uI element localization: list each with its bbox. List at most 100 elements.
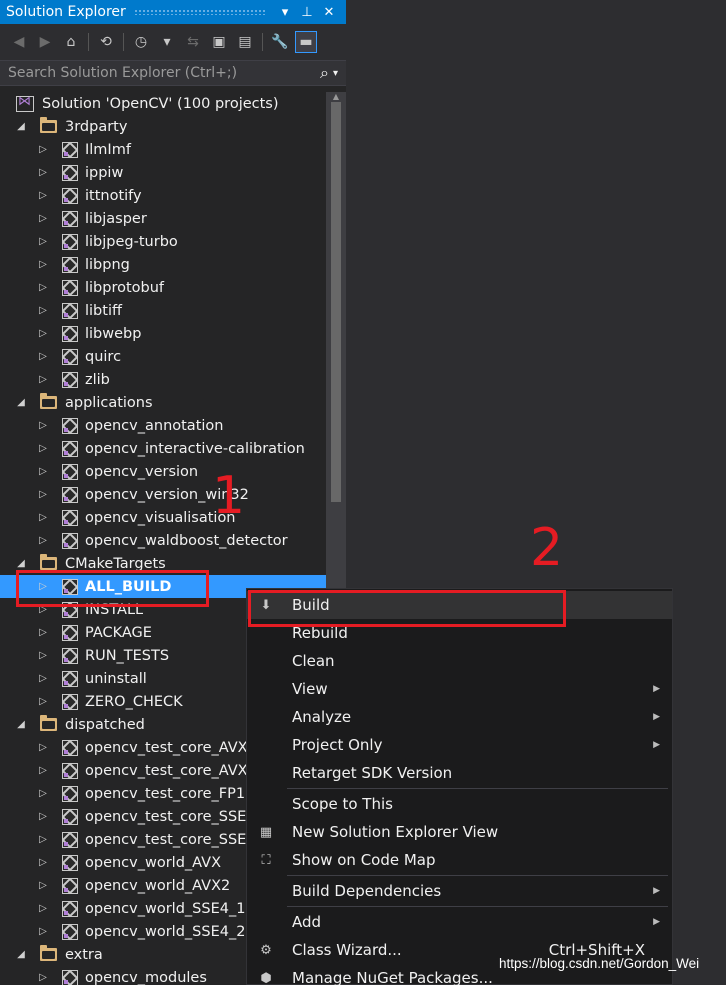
collapsed-arrow-icon[interactable]: ▷ — [36, 328, 50, 339]
home-icon[interactable]: ⌂ — [60, 31, 82, 53]
dropdown-icon[interactable]: ▾ — [274, 5, 296, 20]
tree-project-item[interactable]: ▷ libjpeg-turbo — [0, 230, 326, 253]
class-wizard-icon: ⚙ — [260, 942, 272, 958]
tree-item-label: dispatched — [65, 716, 145, 733]
expanded-arrow-icon[interactable]: ◢ — [14, 949, 28, 960]
collapsed-arrow-icon[interactable]: ▷ — [36, 765, 50, 776]
pending-changes-icon[interactable]: ◷ — [130, 31, 152, 53]
collapsed-arrow-icon[interactable]: ▷ — [36, 972, 50, 983]
collapsed-arrow-icon[interactable]: ▷ — [36, 903, 50, 914]
collapsed-arrow-icon[interactable]: ▷ — [36, 420, 50, 431]
chevron-down-icon[interactable]: ▾ — [333, 68, 338, 79]
collapsed-arrow-icon[interactable]: ▷ — [36, 190, 50, 201]
collapsed-arrow-icon[interactable]: ▷ — [36, 167, 50, 178]
switch-views-icon[interactable]: ⇆ — [182, 31, 204, 53]
menu-item-show-on-code-map[interactable]: ⛶ Show on Code Map — [247, 846, 672, 874]
collapsed-arrow-icon[interactable]: ▷ — [36, 535, 50, 546]
project-icon — [62, 509, 78, 526]
collapsed-arrow-icon[interactable]: ▷ — [36, 857, 50, 868]
collapsed-arrow-icon[interactable]: ▷ — [36, 351, 50, 362]
collapsed-arrow-icon[interactable]: ▷ — [36, 259, 50, 270]
collapsed-arrow-icon[interactable]: ▷ — [36, 282, 50, 293]
chevron-down-icon[interactable]: ▾ — [156, 31, 178, 53]
menu-item-view[interactable]: View ▶ — [247, 675, 672, 703]
tree-item-label: opencv_test_core_AVX — [85, 739, 248, 756]
menu-item-build-dependencies[interactable]: Build Dependencies ▶ — [247, 877, 672, 905]
tree-project-item[interactable]: ▷ libtiff — [0, 299, 326, 322]
menu-item-project-only[interactable]: Project Only ▶ — [247, 731, 672, 759]
menu-item-clean[interactable]: Clean — [247, 647, 672, 675]
collapsed-arrow-icon[interactable]: ▷ — [36, 374, 50, 385]
submenu-arrow-icon: ▶ — [653, 886, 660, 896]
tree-project-item[interactable]: ▷ opencv_version_win32 — [0, 483, 326, 506]
tree-project-item[interactable]: ▷ ippiw — [0, 161, 326, 184]
search-input[interactable] — [8, 65, 316, 81]
tree-item-label: PACKAGE — [85, 624, 152, 641]
titlebar-grip[interactable] — [133, 9, 266, 15]
collapsed-arrow-icon[interactable]: ▷ — [36, 236, 50, 247]
tree-project-item[interactable]: ▷ opencv_interactive-calibration — [0, 437, 326, 460]
collapsed-arrow-icon[interactable]: ▷ — [36, 627, 50, 638]
tree-project-item[interactable]: ▷ zlib — [0, 368, 326, 391]
collapsed-arrow-icon[interactable]: ▷ — [36, 650, 50, 661]
scrollbar-thumb[interactable] — [331, 102, 341, 502]
collapsed-arrow-icon[interactable]: ▷ — [36, 489, 50, 500]
tree-project-item[interactable]: ▷ quirc — [0, 345, 326, 368]
collapsed-arrow-icon[interactable]: ▷ — [36, 926, 50, 937]
tree-folder[interactable]: ◢ 3rdparty — [0, 115, 326, 138]
collapsed-arrow-icon[interactable]: ▷ — [36, 811, 50, 822]
collapse-all-icon[interactable]: ▣ — [208, 31, 230, 53]
collapsed-arrow-icon[interactable]: ▷ — [36, 144, 50, 155]
collapsed-arrow-icon[interactable]: ▷ — [36, 466, 50, 477]
tree-item-label: ZERO_CHECK — [85, 693, 183, 710]
project-icon — [62, 647, 78, 664]
expanded-arrow-icon[interactable]: ◢ — [14, 558, 28, 569]
folder-icon — [40, 945, 57, 961]
tree-project-item[interactable]: ▷ libprotobuf — [0, 276, 326, 299]
collapsed-arrow-icon[interactable]: ▷ — [36, 696, 50, 707]
tree-item-label: opencv_world_AVX2 — [85, 877, 231, 894]
expanded-arrow-icon[interactable]: ◢ — [14, 121, 28, 132]
panel-title: Solution Explorer — [6, 4, 126, 20]
menu-item-analyze[interactable]: Analyze ▶ — [247, 703, 672, 731]
expanded-arrow-icon[interactable]: ◢ — [14, 397, 28, 408]
search-icon[interactable]: ⌕ — [320, 63, 329, 83]
forward-icon[interactable]: ▶ — [34, 31, 56, 53]
collapsed-arrow-icon[interactable]: ▷ — [36, 673, 50, 684]
tree-project-item[interactable]: ▷ opencv_version — [0, 460, 326, 483]
properties-wrench-icon[interactable]: 🔧 — [269, 31, 291, 53]
tree-project-item[interactable]: ▷ opencv_visualisation — [0, 506, 326, 529]
context-menu: ⬇ Build Rebuild Clean View ▶ Analyze ▶ Project O… — [246, 588, 673, 985]
tree-project-item[interactable]: ▷ opencv_annotation — [0, 414, 326, 437]
back-icon[interactable]: ◀ — [8, 31, 30, 53]
tree-project-item[interactable]: ▷ libpng — [0, 253, 326, 276]
collapsed-arrow-icon[interactable]: ▷ — [36, 305, 50, 316]
menu-item-scope-to-this[interactable]: Scope to This — [247, 790, 672, 818]
collapsed-arrow-icon[interactable]: ▷ — [36, 788, 50, 799]
sync-icon[interactable]: ⟲ — [95, 31, 117, 53]
show-all-files-icon[interactable]: ▤ — [234, 31, 256, 53]
menu-item-retarget-sdk-version[interactable]: Retarget SDK Version — [247, 759, 672, 787]
collapsed-arrow-icon[interactable]: ▷ — [36, 834, 50, 845]
collapsed-arrow-icon[interactable]: ▷ — [36, 512, 50, 523]
tree-project-item[interactable]: ▷ ittnotify — [0, 184, 326, 207]
scroll-up-icon[interactable]: ▲ — [326, 92, 346, 101]
tree-project-item[interactable]: ▷ libwebp — [0, 322, 326, 345]
collapsed-arrow-icon[interactable]: ▷ — [36, 213, 50, 224]
collapsed-arrow-icon[interactable]: ▷ — [36, 742, 50, 753]
menu-item-add[interactable]: Add ▶ — [247, 908, 672, 936]
menu-item-new-solution-explorer-view[interactable]: ▦ New Solution Explorer View — [247, 818, 672, 846]
new-view-icon: ▦ — [259, 824, 273, 840]
collapsed-arrow-icon[interactable]: ▷ — [36, 443, 50, 454]
tree-project-item[interactable]: ▷ IlmImf — [0, 138, 326, 161]
project-icon — [62, 670, 78, 687]
preview-selected-icon[interactable]: ▬ — [295, 31, 317, 53]
tree-solution[interactable]: Solution 'OpenCV' (100 projects) — [0, 92, 326, 115]
tree-project-item[interactable]: ▷ opencv_waldboost_detector — [0, 529, 326, 552]
expanded-arrow-icon[interactable]: ◢ — [14, 719, 28, 730]
collapsed-arrow-icon[interactable]: ▷ — [36, 880, 50, 891]
close-icon[interactable]: ✕ — [318, 5, 340, 20]
tree-project-item[interactable]: ▷ libjasper — [0, 207, 326, 230]
pin-icon[interactable]: ⊥ — [296, 5, 318, 20]
tree-folder[interactable]: ◢ applications — [0, 391, 326, 414]
